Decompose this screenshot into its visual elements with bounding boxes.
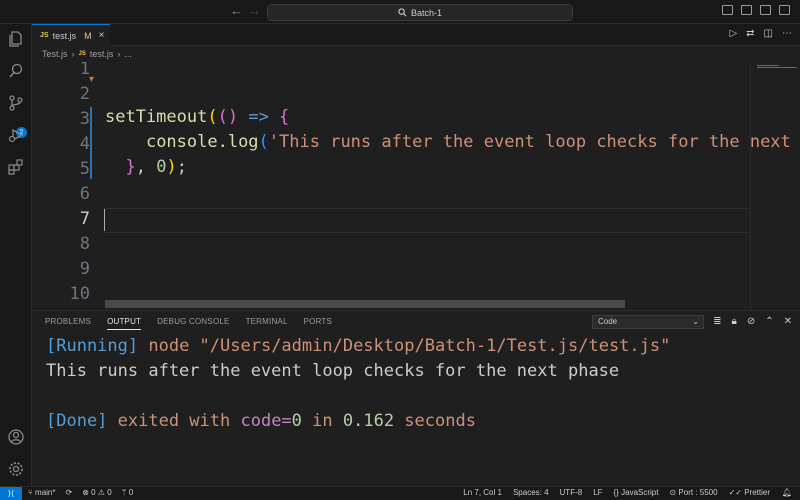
breadcrumb-file[interactable]: test.js	[90, 49, 114, 59]
indentation[interactable]: Spaces: 4	[513, 488, 549, 497]
customize-layout-icon[interactable]	[779, 5, 790, 15]
live-server-port[interactable]: ⊙ Port : 5500	[669, 488, 717, 497]
tab-test-js[interactable]: JS test.js M ×	[32, 24, 110, 46]
back-arrow-icon[interactable]: ←	[230, 3, 243, 18]
breadcrumb-folder[interactable]: Test.js	[42, 49, 68, 59]
output-channel-select[interactable]: Code ⌄	[592, 315, 704, 329]
line-number: 8	[79, 234, 90, 254]
search-label: Batch-1	[410, 7, 443, 18]
line-number: 4	[79, 134, 90, 154]
line-number-active: 7	[79, 209, 90, 229]
code-line-5: }, 0);	[125, 157, 187, 177]
forward-arrow-icon[interactable]: →	[248, 3, 261, 18]
output-line-done: [Done] exited with code=0 in 0.162 secon…	[46, 411, 476, 431]
toggle-panel-icon[interactable]	[741, 5, 752, 15]
bottom-panel: PROBLEMS OUTPUT DEBUG CONSOLE TERMINAL P…	[32, 310, 800, 486]
activity-bar: 2	[0, 24, 32, 486]
split-editor-icon[interactable]: ◫	[764, 28, 773, 39]
line-number: 6	[79, 184, 90, 204]
line-number: 10	[69, 284, 90, 304]
git-deleted-marker: ▾	[89, 74, 95, 85]
line-number: 1	[79, 62, 90, 79]
clear-output-icon[interactable]: ⊘	[747, 316, 755, 327]
problems-indicator[interactable]: ⊗ 0 ⚠ 0	[82, 488, 111, 497]
tab-output[interactable]: OUTPUT	[107, 317, 142, 330]
sync-icon[interactable]: ⟳	[65, 488, 72, 497]
bell-icon[interactable]: 🔔︎	[782, 488, 792, 497]
breadcrumb-separator: ›	[117, 49, 121, 59]
close-panel-icon[interactable]: ✕	[784, 316, 792, 327]
tab-label: test.js	[52, 30, 77, 41]
code-line-4: console.log('This runs after the event l…	[145, 132, 791, 152]
current-line-highlight	[104, 208, 750, 233]
output-line-running: [Running] node "/Users/admin/Desktop/Bat…	[46, 336, 671, 356]
encoding[interactable]: UTF-8	[560, 488, 583, 497]
minimap[interactable]	[750, 62, 800, 310]
command-center-search[interactable]: Batch-1	[267, 4, 573, 21]
ports-indicator[interactable]: ᛘ 0	[122, 488, 133, 497]
tab-ports[interactable]: PORTS	[304, 317, 332, 330]
extensions-icon[interactable]	[7, 158, 25, 176]
run-debug-icon[interactable]	[7, 126, 25, 144]
line-number: 5	[79, 159, 90, 179]
breadcrumb: Test.js › JS test.js › ...	[42, 47, 132, 61]
more-actions-icon[interactable]: ⋯	[782, 28, 792, 39]
line-number: 2	[79, 84, 90, 104]
toggle-secondary-sidebar-icon[interactable]	[760, 5, 771, 15]
search-icon[interactable]	[7, 62, 25, 80]
breadcrumb-separator: ›	[71, 49, 75, 59]
filter-lines-icon[interactable]: ≣	[713, 316, 721, 327]
search-icon	[398, 8, 407, 17]
tab-problems[interactable]: PROBLEMS	[45, 317, 91, 330]
code-editor[interactable]: 1 2 3 4 5 6 7 8 9 10 ▾ setTimeout(() => …	[32, 62, 800, 310]
remote-indicator-icon[interactable]: ⟩⟨	[0, 487, 22, 500]
javascript-file-icon: JS	[78, 51, 86, 57]
title-bar: ← → Batch-1	[0, 0, 800, 24]
tab-terminal[interactable]: TERMINAL	[246, 317, 288, 330]
prettier-status[interactable]: ✓✓ Prettier	[729, 488, 770, 497]
cursor-position[interactable]: Ln 7, Col 1	[463, 488, 502, 497]
close-icon[interactable]: ×	[99, 30, 105, 41]
chevron-down-icon: ⌄	[692, 317, 699, 326]
compare-changes-icon[interactable]: ⇄	[746, 28, 754, 39]
line-number: 3	[79, 109, 90, 129]
account-icon[interactable]	[7, 428, 25, 446]
language-mode[interactable]: {} JavaScript	[614, 488, 659, 497]
horizontal-scrollbar[interactable]	[105, 300, 625, 308]
line-number: 9	[79, 259, 90, 279]
lock-scroll-icon[interactable]: 🔒︎	[732, 316, 737, 327]
chevron-up-icon[interactable]: ⌃	[765, 316, 773, 327]
modified-indicator: M	[84, 30, 92, 41]
code-line-3: setTimeout(() => {	[105, 107, 290, 127]
status-bar: ⟩⟨ ⑂ main* ⟳ ⊗ 0 ⚠ 0 ᛘ 0 Ln 7, Col 1 Spa…	[0, 486, 800, 500]
branch-indicator[interactable]: ⑂ main*	[28, 488, 55, 497]
breadcrumb-more[interactable]: ...	[124, 49, 132, 59]
git-modified-bar	[90, 107, 92, 179]
run-code-icon[interactable]: ▷	[729, 28, 737, 39]
output-line-log: This runs after the event loop checks fo…	[46, 361, 620, 381]
explorer-icon[interactable]	[7, 30, 25, 48]
javascript-file-icon: JS	[40, 32, 49, 39]
source-control-icon[interactable]	[7, 94, 25, 112]
gear-icon[interactable]	[7, 460, 25, 478]
toggle-sidebar-icon[interactable]	[722, 5, 733, 15]
tab-debug-console[interactable]: DEBUG CONSOLE	[157, 317, 229, 330]
editor-tabs: JS test.js M × ▷ ⇄ ◫ ⋯	[32, 24, 800, 46]
text-cursor	[104, 209, 105, 231]
end-of-line[interactable]: LF	[593, 488, 602, 497]
